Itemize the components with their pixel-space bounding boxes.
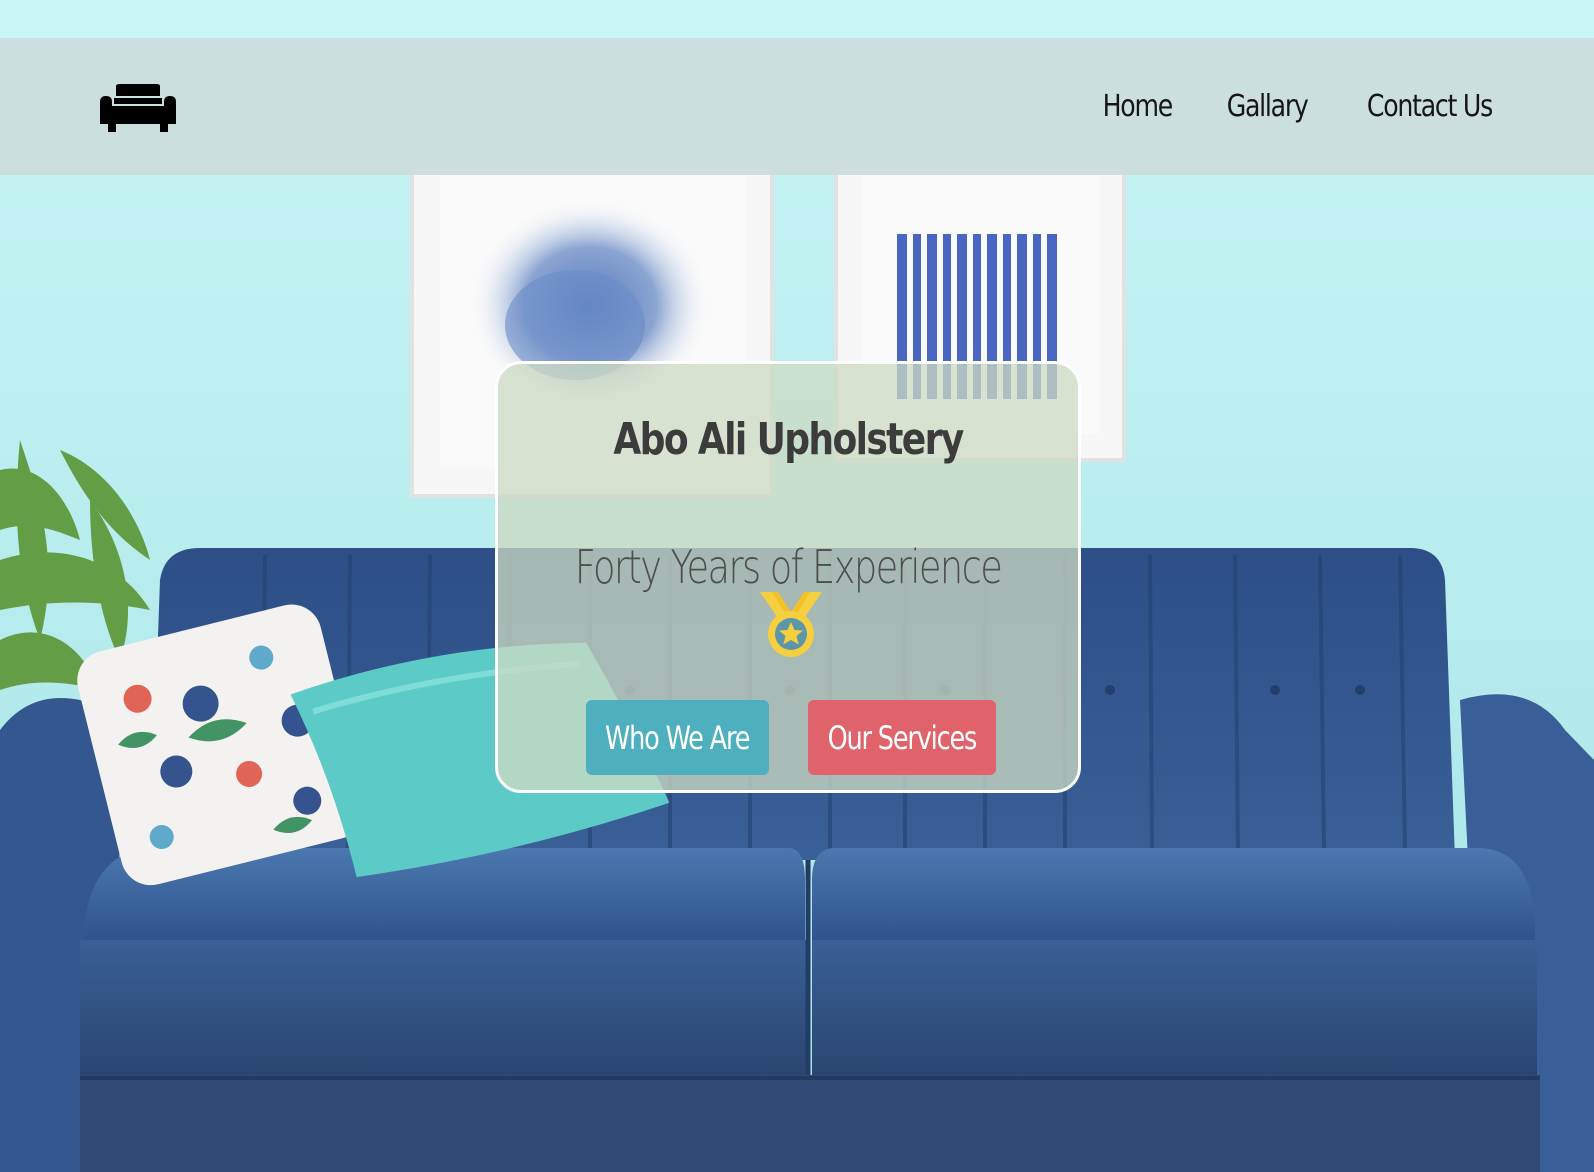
hero-subtitle: Forty Years of Experience bbox=[574, 540, 1003, 594]
page: Home Gallary Contact Us Abo Ali Upholste… bbox=[0, 0, 1594, 1172]
nav-links: Home Gallary Contact Us bbox=[1096, 38, 1504, 175]
sofa-icon[interactable] bbox=[98, 84, 178, 132]
hero-title: Abo Ali Upholstery bbox=[613, 414, 964, 465]
medal-icon bbox=[758, 592, 824, 660]
hero-card: Abo Ali Upholstery Forty Years of Experi… bbox=[495, 361, 1081, 793]
who-we-are-button[interactable]: Who We Are bbox=[586, 700, 769, 775]
our-services-button[interactable]: Our Services bbox=[808, 700, 996, 775]
nav-link-contact[interactable]: Contact Us bbox=[1367, 89, 1493, 124]
navbar: Home Gallary Contact Us bbox=[0, 38, 1594, 175]
nav-link-home[interactable]: Home bbox=[1103, 89, 1174, 124]
nav-link-gallery[interactable]: Gallary bbox=[1227, 89, 1309, 124]
our-services-label: Our Services bbox=[827, 718, 978, 757]
who-we-are-label: Who We Are bbox=[605, 718, 750, 757]
